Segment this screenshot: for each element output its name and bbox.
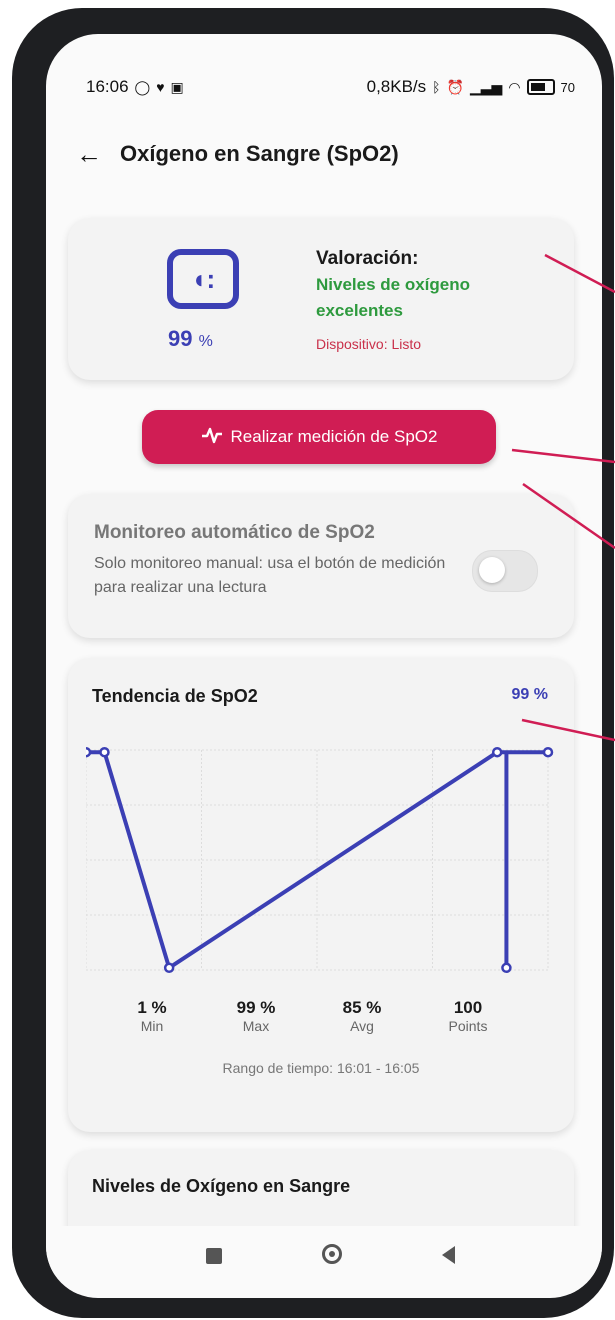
annotation-arrow: [544, 253, 615, 294]
annotation-arrows: [511, 253, 615, 742]
annotation-arrow: [522, 482, 615, 550]
annotation-arrow: [521, 718, 615, 742]
annotation-arrow: [511, 448, 615, 464]
